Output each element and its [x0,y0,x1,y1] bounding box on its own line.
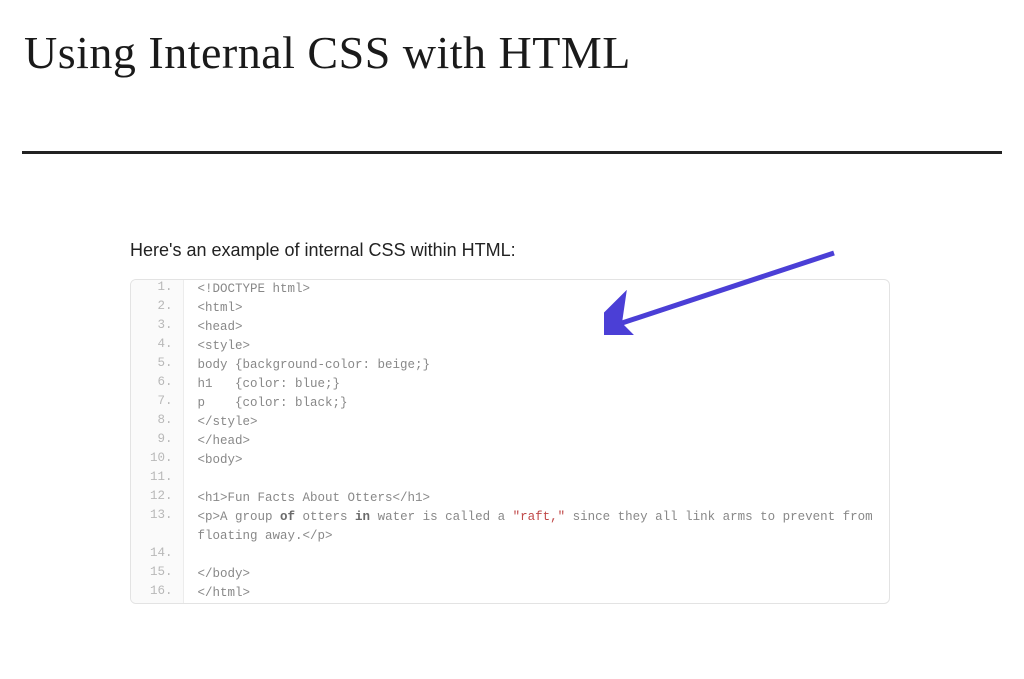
page-title: Using Internal CSS with HTML [0,0,1024,79]
intro-text: Here's an example of internal CSS within… [130,240,894,261]
code-line: 11. [131,470,889,489]
code-line: 13.<p>A group of otters in water is call… [131,508,889,546]
code-content: <head> [183,318,889,337]
code-line: 6.h1 {color: blue;} [131,375,889,394]
code-content: h1 {color: blue;} [183,375,889,394]
code-content: body {background-color: beige;} [183,356,889,375]
line-number: 11. [131,470,183,489]
code-line: 15.</body> [131,565,889,584]
code-content [183,546,889,565]
line-number: 8. [131,413,183,432]
line-number: 2. [131,299,183,318]
code-line: 1.<!DOCTYPE html> [131,280,889,299]
line-number: 12. [131,489,183,508]
code-line: 4.<style> [131,337,889,356]
line-number: 15. [131,565,183,584]
code-content: </head> [183,432,889,451]
code-line: 3.<head> [131,318,889,337]
code-content: <!DOCTYPE html> [183,280,889,299]
line-number: 5. [131,356,183,375]
code-line: 5.body {background-color: beige;} [131,356,889,375]
line-number: 10. [131,451,183,470]
code-content: <style> [183,337,889,356]
code-line: 14. [131,546,889,565]
code-content [183,470,889,489]
code-line: 12.<h1>Fun Facts About Otters</h1> [131,489,889,508]
line-number: 6. [131,375,183,394]
code-line: 9.</head> [131,432,889,451]
line-number: 13. [131,508,183,546]
code-content: <body> [183,451,889,470]
code-content: </style> [183,413,889,432]
line-number: 1. [131,280,183,299]
line-number: 9. [131,432,183,451]
code-content: <p>A group of otters in water is called … [183,508,889,546]
code-content: </body> [183,565,889,584]
line-number: 16. [131,584,183,603]
code-line: 10.<body> [131,451,889,470]
code-line: 8.</style> [131,413,889,432]
line-number: 7. [131,394,183,413]
code-line: 16.</html> [131,584,889,603]
code-content: <html> [183,299,889,318]
code-line: 2.<html> [131,299,889,318]
line-number: 4. [131,337,183,356]
code-content: p {color: black;} [183,394,889,413]
line-number: 14. [131,546,183,565]
code-content: </html> [183,584,889,603]
code-content: <h1>Fun Facts About Otters</h1> [183,489,889,508]
code-line: 7.p {color: black;} [131,394,889,413]
line-number: 3. [131,318,183,337]
code-block: 1.<!DOCTYPE html>2.<html>3.<head>4.<styl… [130,279,890,604]
